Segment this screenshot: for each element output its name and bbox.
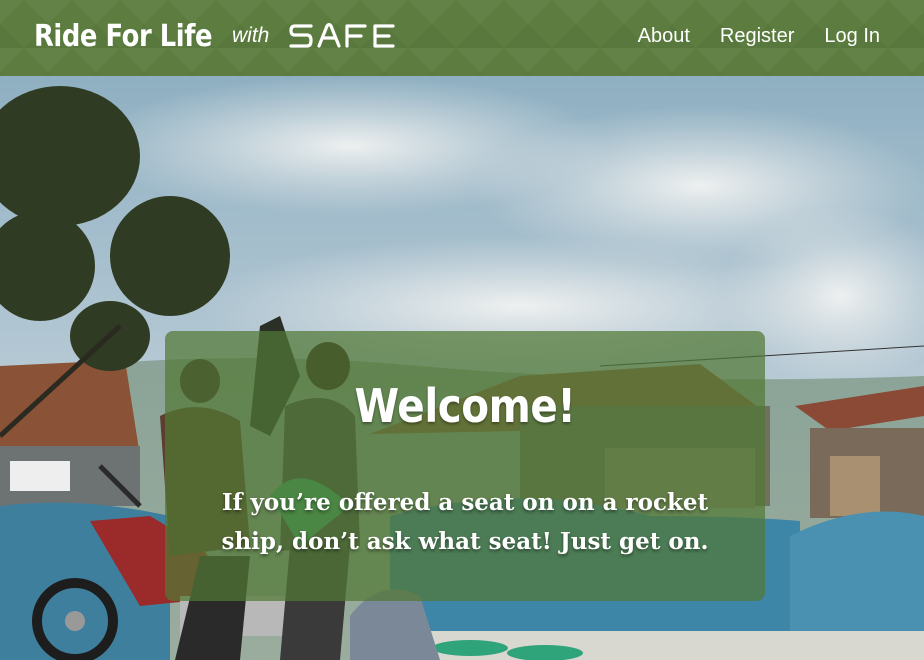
nav-about-link[interactable]: About <box>638 22 690 50</box>
navbar: Ride For Life with About Register Log In <box>0 0 924 76</box>
welcome-heading: Welcome! <box>354 379 576 433</box>
safe-logo-mark <box>289 23 395 48</box>
brand-with-text: with <box>232 24 270 47</box>
brand[interactable]: Ride For Life with <box>34 14 397 58</box>
main-nav: About Register Log In <box>638 22 880 50</box>
safe-logo <box>289 23 397 49</box>
welcome-quote: If you’re offered a seat on on a rocket … <box>221 489 709 555</box>
hero-section: Welcome! If you’re offered a seat on on … <box>0 76 924 660</box>
nav-register-link[interactable]: Register <box>720 22 794 50</box>
brand-title: Ride For Life <box>34 18 213 54</box>
welcome-card: Welcome! If you’re offered a seat on on … <box>165 331 765 601</box>
nav-login-link[interactable]: Log In <box>824 22 880 50</box>
